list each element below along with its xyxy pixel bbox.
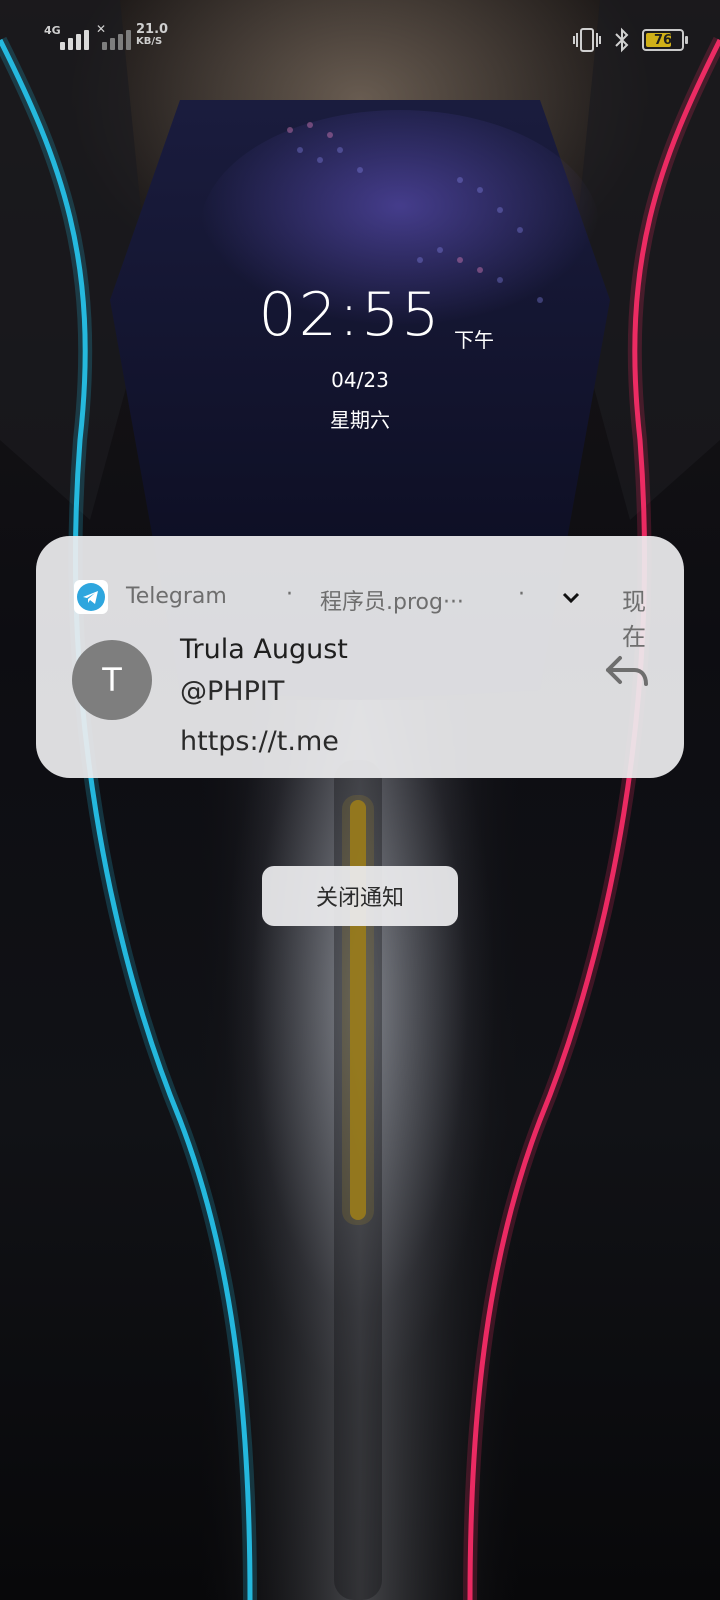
avatar-letter: T [102, 661, 122, 699]
notification-card[interactable]: Telegram · 程序员.prog··· · 现在 T Trula Augu… [36, 536, 684, 778]
notification-timestamp: 现在 [622, 588, 646, 651]
notification-message-line: https://t.me [180, 726, 339, 757]
wallpaper-image [0, 0, 720, 1600]
chevron-down-icon[interactable] [560, 586, 582, 608]
avatar: T [72, 640, 152, 720]
network-speed: 21.0 KB/S [136, 22, 169, 48]
network-type-label: 4G [44, 24, 61, 37]
signal-bars-off [102, 28, 131, 50]
telegram-icon [74, 580, 108, 614]
battery-level-label: 76 [653, 32, 673, 48]
header-separator: · [518, 582, 525, 607]
bluetooth-icon [615, 27, 629, 53]
reply-icon[interactable] [604, 652, 650, 692]
vibrate-icon [573, 28, 601, 52]
clock-ampm: 下午 [454, 328, 494, 352]
dismiss-notifications-button[interactable]: 关闭通知 [262, 866, 458, 926]
signal-bars [60, 28, 89, 50]
status-bar: 4G ✕ 21.0 KB/S 76 [0, 0, 720, 70]
clock-date: 04/23 [331, 368, 389, 392]
signal-4g-icon: 4G [44, 24, 94, 52]
battery-icon: 76 [642, 29, 688, 51]
header-separator: · [286, 582, 293, 607]
clock-weekday: 星期六 [330, 408, 390, 432]
signal-no-service-icon: ✕ [96, 22, 136, 52]
notification-sender: Trula August [180, 634, 348, 665]
notification-app-name: Telegram [126, 584, 227, 609]
notification-channel: 程序员.prog··· [320, 590, 464, 615]
notification-message-line: @PHPIT [180, 676, 285, 707]
status-bar-right: 76 [572, 26, 688, 54]
clock-time: 02:55 [258, 280, 442, 350]
lockscreen-clock: 02:55 下午 04/23 星期六 [0, 280, 720, 432]
network-speed-value: 21.0 [136, 22, 169, 37]
dismiss-notifications-label: 关闭通知 [315, 886, 404, 911]
lock-screen: 4G ✕ 21.0 KB/S 76 02:55 下午 04/23 星期六 Tel… [0, 0, 720, 1600]
network-speed-unit: KB/S [136, 36, 163, 47]
notification-header[interactable]: Telegram · 程序员.prog··· · 现在 [74, 576, 654, 651]
